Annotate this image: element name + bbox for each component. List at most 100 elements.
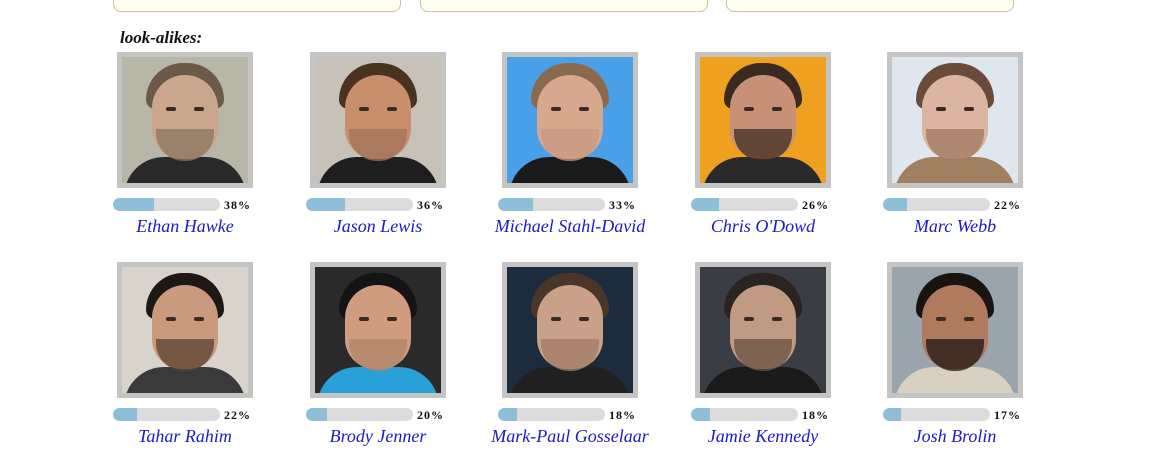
similarity-meter: 36% — [306, 198, 506, 214]
similarity-bar-fill — [113, 198, 154, 211]
similarity-bar-fill — [498, 198, 534, 211]
portrait-frame[interactable] — [502, 262, 638, 398]
celebrity-name-link[interactable]: Jamie Kennedy — [674, 427, 852, 445]
portrait-photo[interactable] — [315, 267, 441, 393]
look-alikes-page: look-alikes: 38% Ethan Hawke 36% Jason Lewi… — [0, 0, 1158, 466]
celebrity-name-link[interactable]: Tahar Rahim — [96, 427, 274, 445]
portrait-eye — [964, 317, 974, 321]
portrait-eye — [579, 107, 589, 111]
similarity-bar-track — [691, 198, 798, 211]
portrait-photo[interactable] — [507, 57, 633, 183]
portrait-eye — [551, 317, 561, 321]
portrait-photo[interactable] — [122, 267, 248, 393]
portrait-photo[interactable] — [122, 57, 248, 183]
portrait-eye — [936, 317, 946, 321]
similarity-bar-track — [691, 408, 798, 421]
portrait-frame[interactable] — [502, 52, 638, 188]
portrait-frame[interactable] — [117, 52, 253, 188]
portrait-frame[interactable] — [695, 52, 831, 188]
similarity-meter: 26% — [691, 198, 891, 214]
portrait-photo[interactable] — [507, 267, 633, 393]
similarity-bar-fill — [306, 408, 328, 421]
similarity-bar-track — [883, 408, 990, 421]
similarity-meter: 22% — [113, 408, 313, 424]
portrait-eye — [772, 107, 782, 111]
similarity-percent: 18% — [609, 408, 636, 422]
similarity-bar-fill — [883, 198, 907, 211]
similarity-bar-track — [883, 198, 990, 211]
similarity-percent: 18% — [802, 408, 829, 422]
celebrity-name-link[interactable]: Marc Webb — [866, 217, 1044, 235]
portrait-frame[interactable] — [887, 262, 1023, 398]
portrait-eye — [359, 317, 369, 321]
portrait-eye — [387, 317, 397, 321]
portrait-frame[interactable] — [117, 262, 253, 398]
portrait-eye — [744, 107, 754, 111]
portrait-eye — [194, 317, 204, 321]
celebrity-name-link[interactable]: Ethan Hawke — [96, 217, 274, 235]
portrait-eye — [166, 317, 176, 321]
similarity-bar-fill — [498, 408, 518, 421]
portrait-photo[interactable] — [700, 57, 826, 183]
celebrity-name-link[interactable]: Jason Lewis — [289, 217, 467, 235]
portrait-eye — [579, 317, 589, 321]
similarity-meter: 38% — [113, 198, 313, 214]
top-panel-right — [726, 0, 1014, 12]
top-panel-center — [420, 0, 708, 12]
celebrity-name-link[interactable]: Josh Brolin — [866, 427, 1044, 445]
top-panel-left — [113, 0, 401, 12]
portrait-eye — [744, 317, 754, 321]
portrait-eye — [936, 107, 946, 111]
celebrity-name-link[interactable]: Chris O'Dowd — [674, 217, 852, 235]
similarity-bar-track — [113, 408, 220, 421]
look-alike-card[interactable]: 18% Mark-Paul Gosselaar — [481, 262, 681, 466]
portrait-frame[interactable] — [310, 52, 446, 188]
look-alike-card[interactable]: 33% Michael Stahl-David — [481, 52, 681, 262]
similarity-bar-track — [306, 408, 413, 421]
portrait-frame[interactable] — [695, 262, 831, 398]
similarity-meter: 18% — [691, 408, 891, 424]
look-alike-card[interactable]: 20% Brody Jenner — [289, 262, 489, 466]
similarity-bar-fill — [691, 408, 711, 421]
celebrity-name-link[interactable]: Mark-Paul Gosselaar — [481, 427, 659, 445]
similarity-bar-track — [306, 198, 413, 211]
similarity-percent: 17% — [994, 408, 1021, 422]
similarity-bar-track — [498, 198, 605, 211]
portrait-eye — [551, 107, 561, 111]
portrait-eye — [194, 107, 204, 111]
celebrity-name-link[interactable]: Michael Stahl-David — [481, 217, 659, 235]
celebrity-name-link[interactable]: Brody Jenner — [289, 427, 467, 445]
look-alike-card[interactable]: 26% Chris O'Dowd — [674, 52, 874, 262]
similarity-meter: 22% — [883, 198, 1083, 214]
portrait-photo[interactable] — [892, 267, 1018, 393]
similarity-meter: 33% — [498, 198, 698, 214]
portrait-eye — [964, 107, 974, 111]
look-alike-card[interactable]: 38% Ethan Hawke — [96, 52, 296, 262]
portrait-eye — [359, 107, 369, 111]
similarity-bar-track — [498, 408, 605, 421]
similarity-meter: 17% — [883, 408, 1083, 424]
portrait-photo[interactable] — [892, 57, 1018, 183]
similarity-bar-fill — [306, 198, 345, 211]
look-alike-card[interactable]: 36% Jason Lewis — [289, 52, 489, 262]
similarity-percent: 26% — [802, 198, 829, 212]
look-alike-card[interactable]: 22% Tahar Rahim — [96, 262, 296, 466]
portrait-eye — [772, 317, 782, 321]
look-alike-card[interactable]: 22% Marc Webb — [866, 52, 1066, 262]
portrait-frame[interactable] — [887, 52, 1023, 188]
portrait-photo[interactable] — [315, 57, 441, 183]
portrait-frame[interactable] — [310, 262, 446, 398]
portrait-eye — [166, 107, 176, 111]
similarity-bar-track — [113, 198, 220, 211]
look-alike-card[interactable]: 17% Josh Brolin — [866, 262, 1066, 466]
look-alike-card[interactable]: 18% Jamie Kennedy — [674, 262, 874, 466]
similarity-percent: 22% — [994, 198, 1021, 212]
similarity-percent: 20% — [417, 408, 444, 422]
similarity-bar-fill — [691, 198, 719, 211]
similarity-bar-fill — [883, 408, 902, 421]
portrait-photo[interactable] — [700, 267, 826, 393]
similarity-percent: 33% — [609, 198, 636, 212]
portrait-eye — [387, 107, 397, 111]
similarity-meter: 18% — [498, 408, 698, 424]
section-label: look-alikes: — [120, 28, 203, 47]
